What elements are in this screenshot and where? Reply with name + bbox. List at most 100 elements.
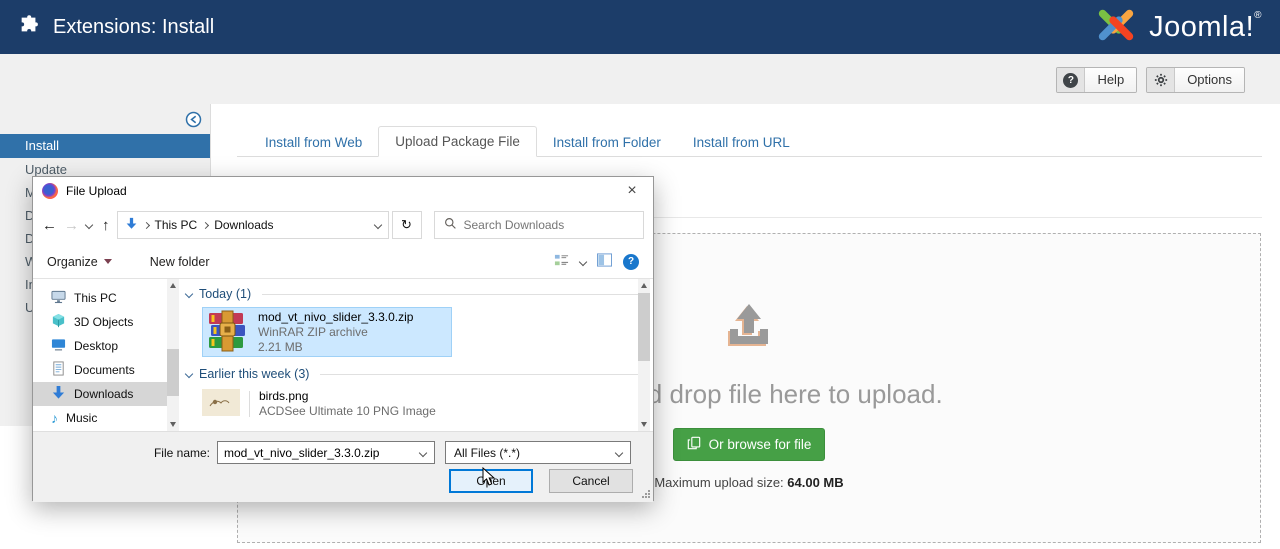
file-type: ACDSee Ultimate 10 PNG Image [259, 404, 436, 419]
toolbar-band: ? Help Options [0, 54, 1280, 104]
screen: Extensions: Install Joomla!® ? Help [0, 0, 1280, 549]
history-chevron-icon[interactable] [85, 221, 93, 229]
tree-label: Desktop [74, 339, 118, 353]
toolbar-buttons: ? Help Options [1056, 67, 1245, 93]
filename-dropdown-icon[interactable] [419, 448, 427, 456]
help-icon: ? [1057, 68, 1085, 92]
filetype-select[interactable]: All Files (*.*) [445, 441, 631, 464]
computer-icon [51, 289, 66, 307]
group-rule [262, 294, 638, 295]
address-bar[interactable]: This PC Downloads [117, 211, 389, 239]
scroll-down-icon[interactable] [641, 422, 647, 427]
resize-grip[interactable] [641, 490, 650, 499]
file-meta: birds.png ACDSee Ultimate 10 PNG Image [259, 389, 436, 419]
tree-label: Downloads [74, 387, 133, 401]
organize-button[interactable]: Organize [47, 255, 112, 269]
search-icon [444, 217, 457, 233]
browse-for-file-button[interactable]: Or browse for file [673, 428, 826, 461]
filename-input[interactable] [218, 446, 420, 460]
preview-pane-icon[interactable] [597, 253, 612, 270]
filetype-value: All Files (*.*) [454, 446, 520, 460]
close-icon[interactable]: × [611, 177, 653, 205]
dialog-toolbar: Organize New folder ? [33, 245, 653, 279]
cancel-button[interactable]: Cancel [549, 469, 633, 493]
group-collapse-icon [185, 290, 193, 298]
group-label: Earlier this week (3) [199, 367, 309, 381]
downloads-folder-icon [125, 217, 138, 233]
up-icon[interactable]: ↑ [102, 217, 110, 234]
crumb-chevron-icon [202, 221, 209, 228]
search-box[interactable] [434, 211, 645, 239]
upload-icon [722, 302, 776, 355]
new-folder-button[interactable]: New folder [150, 255, 210, 269]
sidebar-collapse-icon[interactable] [185, 111, 202, 133]
tab-upload-package-file[interactable]: Upload Package File [378, 126, 537, 157]
folder-tree: This PC 3D Objects Desktop Documents Dow… [33, 279, 167, 431]
image-thumbnail [202, 389, 240, 419]
max-upload-size: Maximum upload size: 64.00 MB [654, 475, 843, 490]
tree-scrollbar[interactable] [167, 279, 179, 431]
scroll-down-icon[interactable] [170, 422, 176, 427]
navbar-left: Extensions: Install [18, 14, 214, 41]
scroll-up-icon[interactable] [641, 283, 647, 288]
cube-icon [51, 313, 66, 331]
search-input[interactable] [464, 218, 635, 232]
dialog-titlebar[interactable]: File Upload × [33, 177, 653, 205]
tree-item-this-pc[interactable]: This PC [33, 286, 167, 310]
tab-install-from-folder[interactable]: Install from Folder [537, 128, 677, 157]
file-item-zip-selected[interactable]: mod_vt_nivo_slider_3.3.0.zip WinRAR ZIP … [202, 307, 452, 357]
tree-item-desktop[interactable]: Desktop [33, 334, 167, 358]
file-meta: mod_vt_nivo_slider_3.3.0.zip WinRAR ZIP … [258, 310, 413, 355]
scroll-thumb[interactable] [167, 349, 179, 396]
view-options-dropdown-icon[interactable] [579, 257, 587, 265]
group-rule [320, 374, 638, 375]
file-copy-icon [687, 436, 701, 453]
dialog-footer: File name: All Files (*.*) Open Cancel [33, 431, 653, 502]
options-button[interactable]: Options [1146, 67, 1245, 93]
group-header-today[interactable]: Today (1) [186, 287, 638, 301]
filetype-dropdown-icon [615, 448, 623, 456]
group-collapse-icon [185, 370, 193, 378]
dialog-help-icon[interactable]: ? [623, 254, 639, 270]
sidebar-item-install[interactable]: Install [0, 134, 210, 158]
group-header-earlier-this-week[interactable]: Earlier this week (3) [186, 367, 638, 381]
file-item-birds-png[interactable]: birds.png ACDSee Ultimate 10 PNG Image [202, 389, 638, 419]
music-note-icon: ♪ [51, 411, 58, 425]
file-upload-dialog: File Upload × ← → ↑ This PC Downloads ↻ [32, 176, 654, 501]
back-icon[interactable]: ← [42, 217, 57, 234]
dialog-title: File Upload [66, 184, 127, 198]
tree-label: This PC [74, 291, 117, 305]
toolbar-right-icons: ? [554, 253, 639, 271]
view-options-icon[interactable] [554, 253, 569, 271]
breadcrumb-downloads[interactable]: Downloads [214, 218, 273, 232]
puzzle-icon [18, 14, 40, 41]
tree-item-music[interactable]: ♪ Music [33, 406, 167, 430]
file-list: Today (1) [186, 279, 638, 431]
tab-install-from-url[interactable]: Install from URL [677, 128, 806, 157]
refresh-icon[interactable]: ↻ [392, 211, 422, 239]
tab-install-from-web[interactable]: Install from Web [249, 128, 378, 157]
address-dropdown-icon[interactable] [373, 221, 381, 229]
dialog-nav-row: ← → ↑ This PC Downloads ↻ [33, 205, 653, 245]
firefox-icon [42, 183, 58, 199]
scroll-thumb[interactable] [638, 293, 650, 361]
organize-label: Organize [47, 255, 98, 269]
help-button[interactable]: ? Help [1056, 67, 1137, 93]
joomla-navbar: Extensions: Install Joomla!® [0, 0, 1280, 54]
breadcrumb-this-pc[interactable]: This PC [155, 218, 198, 232]
thumb-separator [249, 391, 250, 417]
desktop-icon [51, 337, 66, 355]
tree-item-3d-objects[interactable]: 3D Objects [33, 310, 167, 334]
max-upload-value: 64.00 MB [787, 475, 843, 490]
tree-item-documents[interactable]: Documents [33, 358, 167, 382]
filename-combobox[interactable] [217, 441, 435, 464]
file-list-scrollbar[interactable] [638, 279, 650, 431]
open-button[interactable]: Open [449, 469, 533, 493]
tree-item-downloads[interactable]: Downloads [33, 382, 167, 406]
file-size: 2.21 MB [258, 340, 413, 355]
scroll-up-icon[interactable] [170, 283, 176, 288]
file-type: WinRAR ZIP archive [258, 325, 413, 340]
page-title: Extensions: Install [53, 16, 214, 39]
document-icon [51, 361, 66, 379]
joomla-logo-icon [1093, 4, 1139, 51]
